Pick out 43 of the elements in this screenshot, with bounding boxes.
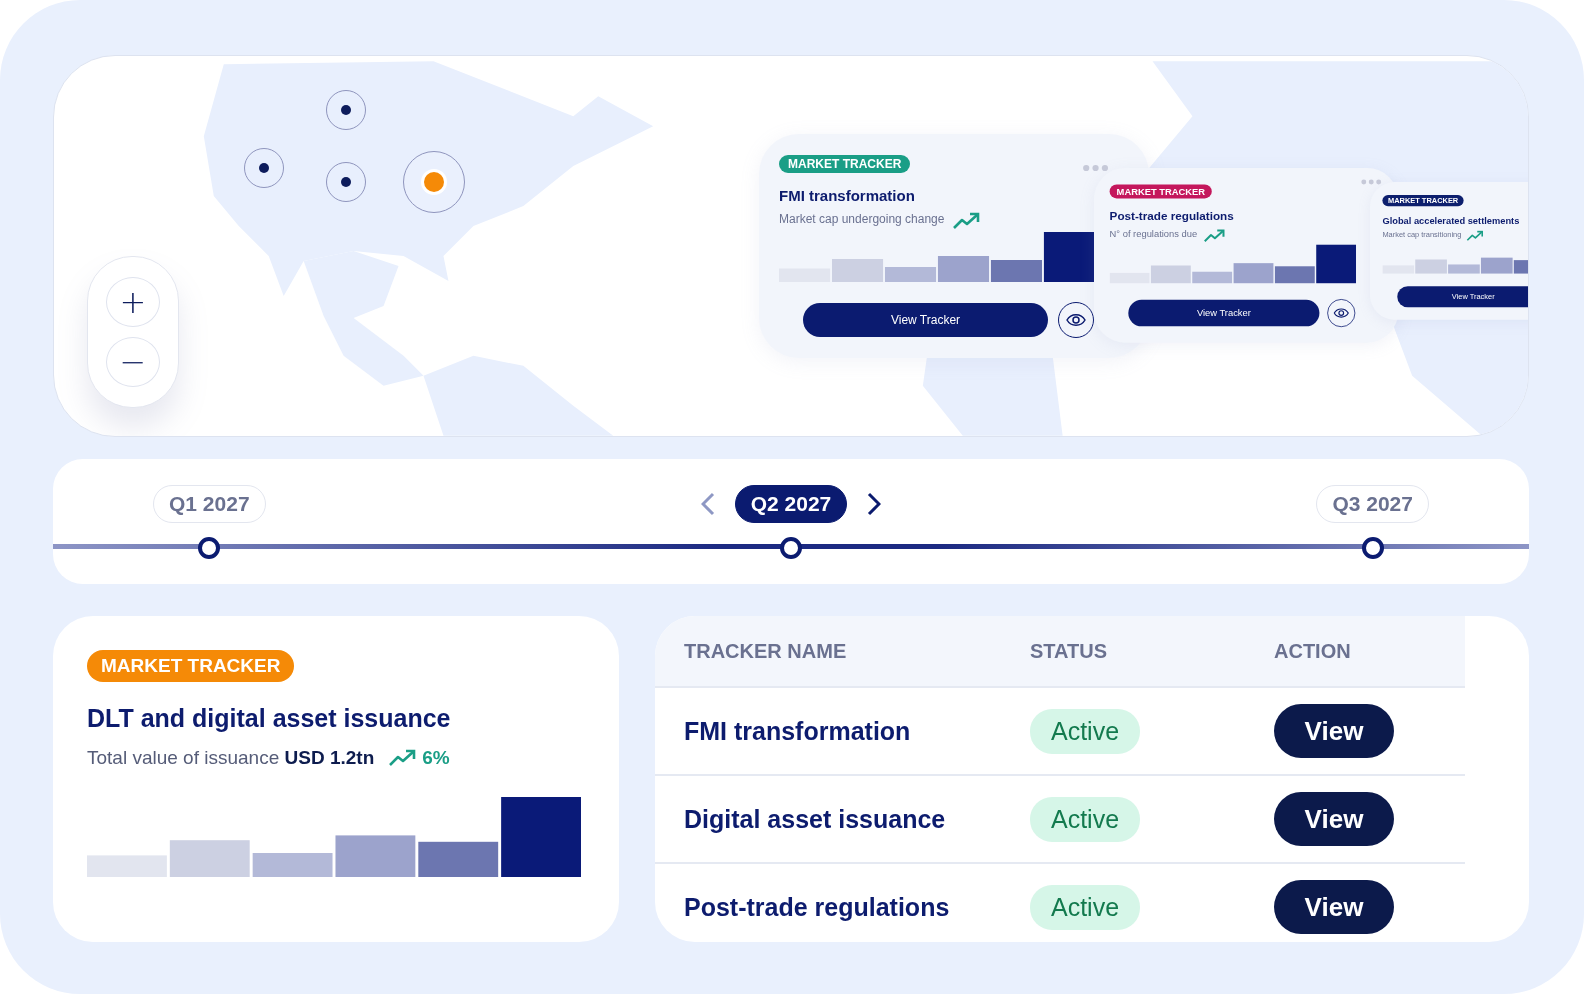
timeline-node[interactable] [1361,537,1384,559]
view-tracker-button[interactable]: View Tracker [1128,299,1320,327]
tracker-badge: MARKET TRACKER [779,155,911,173]
tracker-subtitle: Total value of issuance USD 1.2tn [87,747,375,769]
tracker-title: Post-trade regulations [1109,209,1234,223]
tracker-subtitle: N° of regulations due [1109,228,1198,240]
tracker-name: Digital asset issuance [655,775,1030,863]
zoom-in-button[interactable]: + [106,277,160,327]
status-badge: Active [1030,796,1141,842]
tracker-subtitle: Market cap undergoing change [779,212,945,226]
column-header: TRACKER NAME [655,616,1030,687]
status-badge: Active [1030,884,1141,930]
tracker-title: Global accelerated settlements [1382,214,1520,226]
tracker-name: FMI transformation [655,687,1030,775]
chevron-left-icon [700,492,715,516]
tracker-badge: MARKET TRACKER [87,650,295,682]
eye-icon [1066,313,1086,327]
quarter-tab[interactable]: Q3 2027 [1316,485,1429,523]
tracker-title: DLT and digital asset issuance [87,704,452,733]
view-tracker-button[interactable]: View Tracker [803,303,1048,337]
change-percentage: 6% [422,747,450,769]
tracker-badge: MARKET TRACKER [1109,184,1213,199]
next-button[interactable] [867,492,882,516]
trend-up-icon [388,749,417,767]
tracker-title: FMI transformation [779,187,915,204]
previous-button[interactable] [700,492,715,516]
eye-icon [1333,307,1350,319]
trend-up-icon [1466,230,1484,242]
timeline-node[interactable] [780,537,802,559]
column-header: STATUS [1030,616,1274,687]
view-button[interactable]: View [1274,704,1394,758]
tracker-name: Post-trade regulations [655,863,1030,942]
quarter-tab[interactable]: Q1 2027 [153,485,266,523]
trend-up-icon [952,212,981,230]
zoom-out-button[interactable]: − [106,337,160,387]
column-header: ACTION [1274,616,1465,687]
status-badge: Active [1030,708,1141,754]
quarter-tab[interactable]: Q2 2027 [734,485,848,523]
trend-up-icon [1203,228,1226,243]
timeline-node[interactable] [198,537,221,559]
view-button[interactable]: View [1274,880,1394,934]
chevron-right-icon [867,492,882,516]
view-button[interactable]: View [1274,792,1394,846]
